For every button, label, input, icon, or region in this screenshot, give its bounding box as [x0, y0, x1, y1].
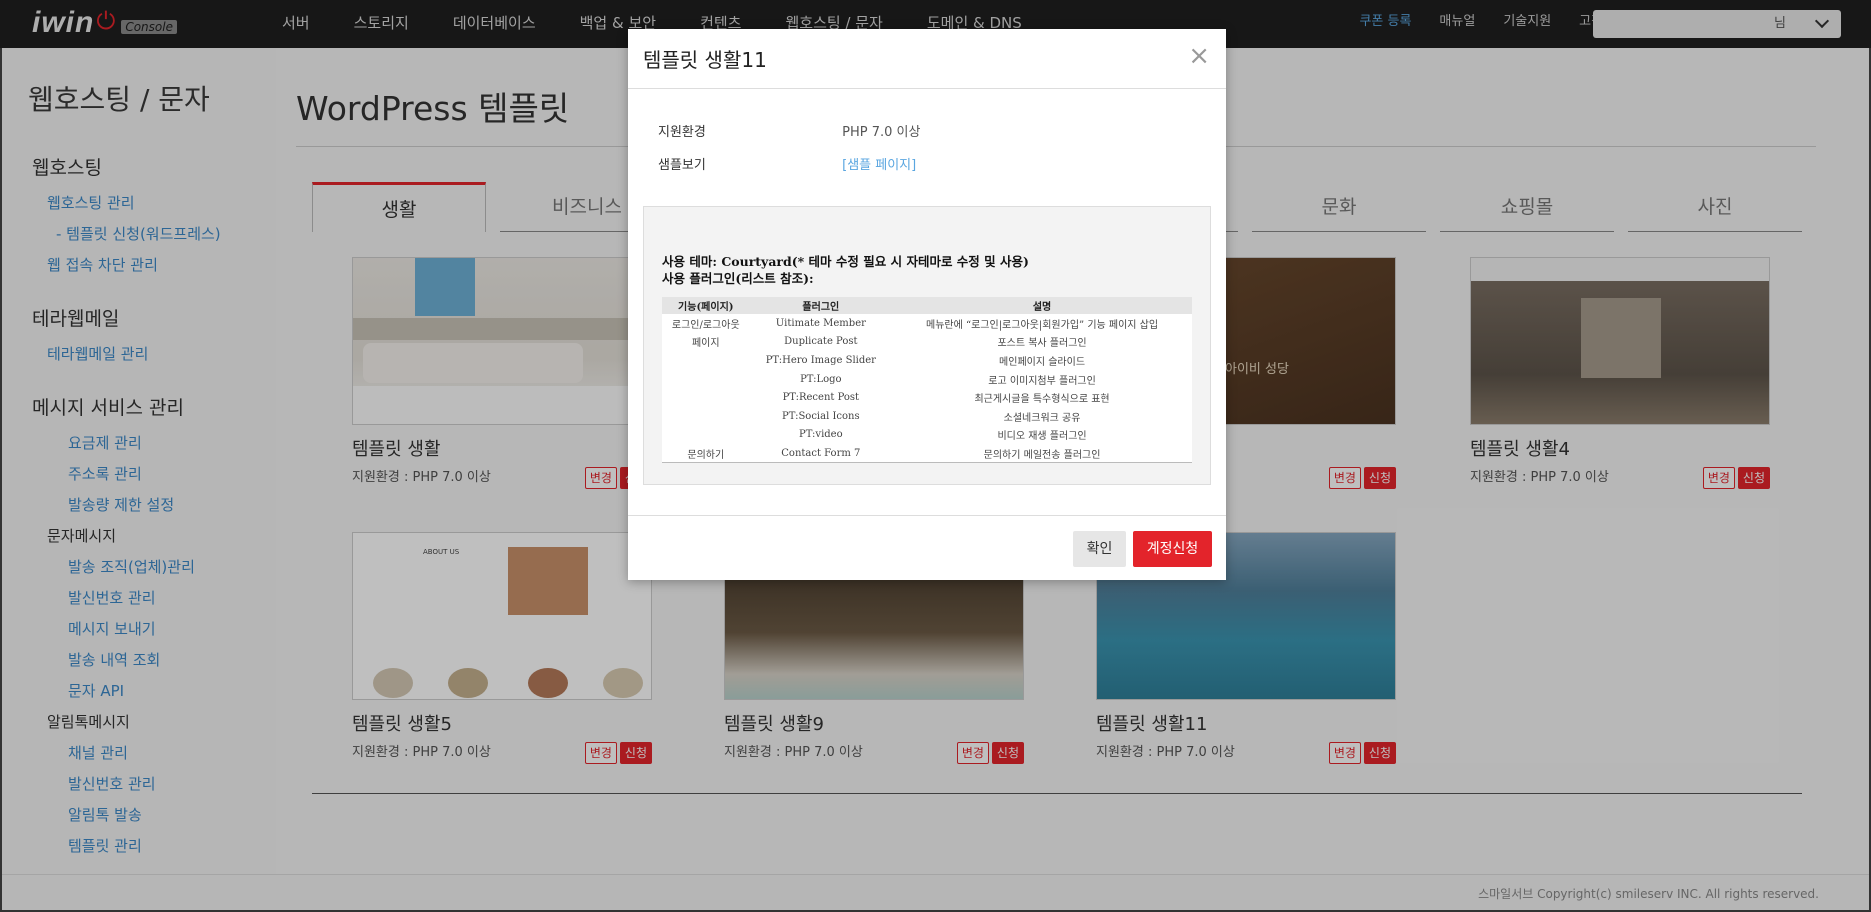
cell-plugin: Contact Form 7 [749, 444, 893, 464]
cell-description: 문의하기 메일전송 플러그인 [892, 444, 1192, 464]
cell-function [662, 351, 750, 370]
sample-label: 샘플보기 [658, 158, 706, 173]
theme-line: 사용 테마: Courtyard(* 테마 수정 필요 시 자테마로 수정 및 … [662, 254, 1029, 269]
cell-function: 로그인/로그아웃 [671, 319, 740, 331]
cell-function [662, 426, 750, 445]
table-row: PT:video 비디오 재생 플러그인 [662, 426, 1192, 445]
cell-description: 포스트 복사 플러그인 [997, 338, 1087, 350]
table-row: PT:Logo 로고 이미지첨부 플러그인 [662, 370, 1192, 389]
cell-description: 비디오 재생 플러그인 [997, 431, 1087, 443]
cell-function [662, 370, 750, 389]
cell-plugin: Duplicate Post [784, 336, 858, 348]
plugin-table: 기능(페이지) 플러그인 설명 로그인/로그아웃 Uitimate Member… [662, 297, 1192, 464]
cell-function [662, 388, 750, 407]
cell-plugin: Uitimate Member [775, 317, 866, 329]
theme-info: 사용 테마: Courtyard(* 테마 수정 필요 시 자테마로 수정 및 … [662, 253, 1029, 287]
cell-plugin: PT:Social Icons [782, 410, 860, 422]
sample-page-link[interactable]: [샘플 페이지] [842, 158, 916, 173]
modal-env-row: 지원환경 PHP 7.0 이상 [658, 123, 920, 143]
cell-function: 페이지 [691, 338, 720, 350]
cell-description: 최근게시글을 특수형식으로 표현 [974, 394, 1110, 406]
modal-header: 템플릿 생활11 × [628, 29, 1226, 89]
table-row: 로그인/로그아웃 Uitimate Member 메뉴란에 “로그인|로그아웃|… [662, 314, 1192, 333]
table-header-row: 기능(페이지) 플러그인 설명 [662, 297, 1192, 314]
close-icon[interactable]: × [1188, 41, 1210, 71]
table-row: PT:Recent Post 최근게시글을 특수형식으로 표현 [662, 388, 1192, 407]
cell-plugin: PT:Recent Post [782, 392, 860, 404]
modal-footer-divider [628, 515, 1226, 516]
column-header: 플러그인 [749, 297, 893, 314]
table-row: 문의하기 Contact Form 7 문의하기 메일전송 플러그인 [662, 444, 1192, 464]
modal-sample-row: 샘플보기 [샘플 페이지] [658, 156, 916, 176]
cell-plugin: PT:Logo [800, 373, 842, 385]
cell-description: 메뉴란에 “로그인|로그아웃|회원가입” 기능 페이지 삽입 [926, 319, 1159, 331]
cell-function [662, 407, 750, 426]
plugin-line: 사용 플러그인(리스트 참조): [662, 271, 814, 286]
env-value: PHP 7.0 이상 [842, 125, 921, 140]
cell-description: 소셜네크워크 공유 [1003, 412, 1081, 424]
modal-title: 템플릿 생활11 [643, 48, 767, 72]
template-detail-modal: 템플릿 생활11 × 지원환경 PHP 7.0 이상 샘플보기 [샘플 페이지]… [628, 29, 1226, 580]
table-row: PT:Social Icons 소셜네크워크 공유 [662, 407, 1192, 426]
account-request-button[interactable]: 계정신청 [1133, 531, 1212, 567]
confirm-button[interactable]: 확인 [1073, 531, 1126, 567]
cell-description: 로고 이미지첨부 플러그인 [988, 375, 1096, 387]
cell-function: 문의하기 [662, 444, 750, 464]
plugin-info-box: 사용 테마: Courtyard(* 테마 수정 필요 시 자테마로 수정 및 … [643, 206, 1211, 485]
column-header: 설명 [892, 297, 1192, 314]
cell-description: 메인페이지 슬라이드 [999, 356, 1086, 368]
table-row: PT:Hero Image Slider 메인페이지 슬라이드 [662, 351, 1192, 370]
column-header: 기능(페이지) [662, 297, 750, 314]
table-row: 페이지 Duplicate Post 포스트 복사 플러그인 [662, 333, 1192, 352]
env-label: 지원환경 [658, 125, 706, 140]
cell-plugin: PT:Hero Image Slider [765, 354, 876, 366]
cell-plugin: PT:video [799, 429, 843, 441]
